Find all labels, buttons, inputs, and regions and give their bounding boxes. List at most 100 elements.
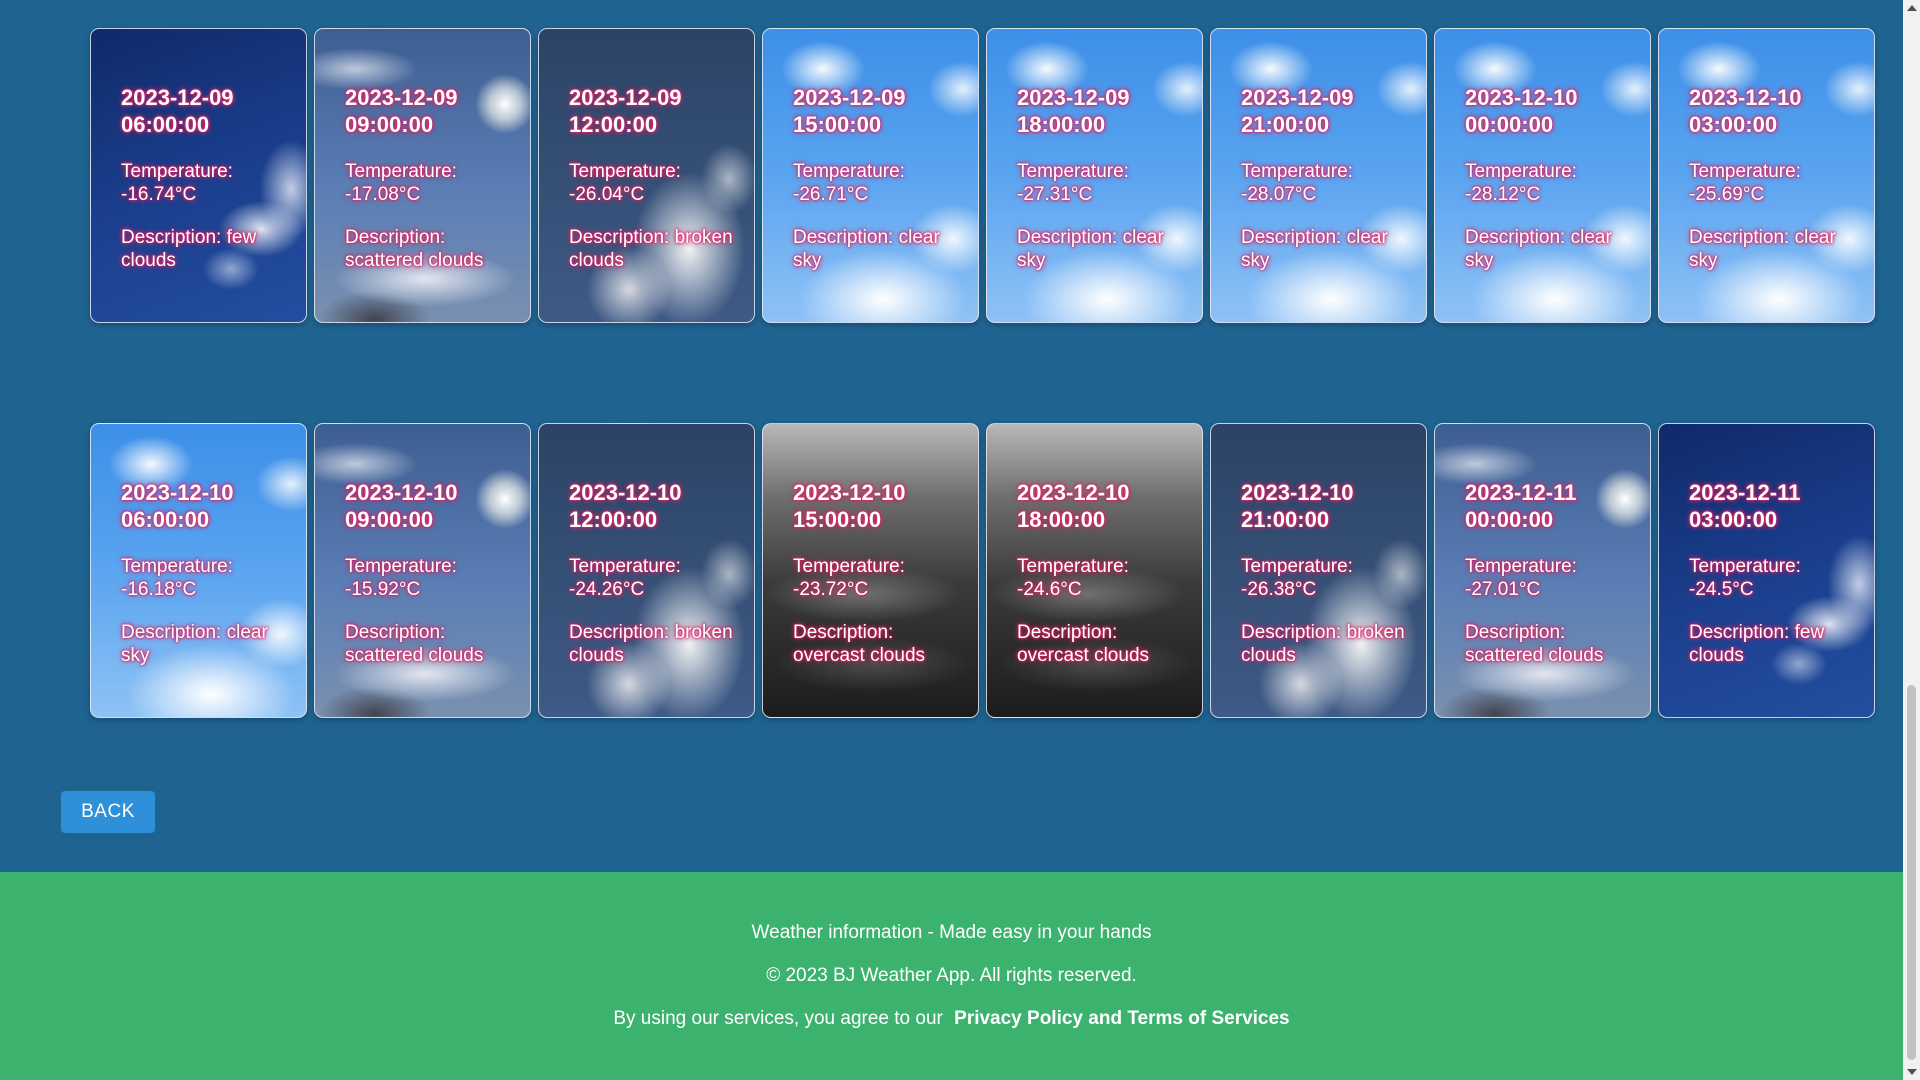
footer-agreement-text: By using our services, you agree to our: [613, 1008, 943, 1029]
forecast-date: 2023-12-09: [569, 85, 682, 110]
forecast-card: 2023-12-10 18:00:00 Temperature: -24.6°C De…: [986, 423, 1203, 718]
forecast-description: Description: broken clouds: [569, 227, 733, 271]
forecast-description: Description: overcast clouds: [1017, 622, 1150, 666]
forecast-card-content: 2023-12-09 06:00:00 Temperature: -16.74°C D…: [121, 84, 294, 272]
forecast-date: 2023-12-10: [121, 480, 234, 505]
forecast-datetime: 2023-12-09 06:00:00: [121, 84, 294, 138]
forecast-temperature: Temperature: -15.92°C: [345, 556, 457, 600]
forecast-card-content: 2023-12-10 12:00:00 Temperature: -24.26°C D…: [569, 479, 742, 667]
forecast-description: Description: overcast clouds: [793, 622, 926, 666]
forecast-description: Description: clear sky: [793, 227, 940, 271]
forecast-time: 06:00:00: [121, 507, 210, 532]
forecast-date: 2023-12-10: [569, 480, 682, 505]
forecast-date: 2023-12-09: [793, 85, 906, 110]
footer-copyright: © 2023 BJ Weather App. All rights reserv…: [766, 965, 1137, 986]
forecast-temperature: Temperature: -25.69°C: [1689, 161, 1801, 205]
forecast-card: 2023-12-11 00:00:00 Temperature: -27.01°C D…: [1434, 423, 1651, 718]
forecast-datetime: 2023-12-10 15:00:00: [793, 479, 966, 533]
forecast-time: 00:00:00: [1465, 507, 1554, 532]
forecast-time: 06:00:00: [121, 112, 210, 137]
forecast-card-content: 2023-12-09 09:00:00 Temperature: -17.08°C D…: [345, 84, 518, 272]
scroll-up-arrow-icon[interactable]: [1907, 5, 1917, 11]
forecast-grid: 2023-12-09 06:00:00 Temperature: -16.74°C D…: [90, 28, 1876, 718]
forecast-time: 00:00:00: [1465, 112, 1554, 137]
forecast-date: 2023-12-10: [1465, 85, 1578, 110]
forecast-time: 21:00:00: [1241, 112, 1330, 137]
forecast-temperature: Temperature: -24.6°C: [1017, 556, 1129, 600]
forecast-date: 2023-12-10: [345, 480, 458, 505]
vertical-scrollbar[interactable]: [1903, 0, 1920, 1080]
forecast-card: 2023-12-09 21:00:00 Temperature: -28.07°C D…: [1210, 28, 1427, 323]
forecast-date: 2023-12-10: [793, 480, 906, 505]
forecast-temperature: Temperature: -27.01°C: [1465, 556, 1577, 600]
forecast-card-content: 2023-12-11 00:00:00 Temperature: -27.01°C D…: [1465, 479, 1638, 667]
forecast-time: 12:00:00: [569, 112, 658, 137]
forecast-date: 2023-12-10: [1017, 480, 1130, 505]
forecast-card: 2023-12-10 21:00:00 Temperature: -26.38°C D…: [1210, 423, 1427, 718]
forecast-temperature: Temperature: -26.04°C: [569, 161, 681, 205]
forecast-card-content: 2023-12-10 06:00:00 Temperature: -16.18°C D…: [121, 479, 294, 667]
scroll-down-arrow-icon[interactable]: [1907, 1069, 1917, 1075]
forecast-description: Description: few clouds: [1689, 622, 1825, 666]
forecast-card: 2023-12-10 00:00:00 Temperature: -28.12°C D…: [1434, 28, 1651, 323]
forecast-time: 03:00:00: [1689, 112, 1778, 137]
forecast-card-content: 2023-12-09 15:00:00 Temperature: -26.71°C D…: [793, 84, 966, 272]
back-button[interactable]: BACK: [61, 791, 155, 833]
forecast-temperature: Temperature: -26.71°C: [793, 161, 905, 205]
forecast-card-content: 2023-12-10 18:00:00 Temperature: -24.6°C De…: [1017, 479, 1190, 667]
forecast-card: 2023-12-09 06:00:00 Temperature: -16.74°C D…: [90, 28, 307, 323]
forecast-description: Description: clear sky: [1465, 227, 1612, 271]
forecast-temperature: Temperature: -28.07°C: [1241, 161, 1353, 205]
forecast-datetime: 2023-12-09 15:00:00: [793, 84, 966, 138]
footer-agreement: By using our services, you agree to our …: [0, 1008, 1903, 1030]
forecast-datetime: 2023-12-10 06:00:00: [121, 479, 294, 533]
forecast-temperature: Temperature: -24.26°C: [569, 556, 681, 600]
forecast-datetime: 2023-12-09 12:00:00: [569, 84, 742, 138]
forecast-datetime: 2023-12-09 09:00:00: [345, 84, 518, 138]
forecast-time: 15:00:00: [793, 112, 882, 137]
forecast-date: 2023-12-11: [1465, 480, 1577, 505]
forecast-date: 2023-12-09: [1017, 85, 1130, 110]
forecast-description: Description: broken clouds: [569, 622, 733, 666]
forecast-card: 2023-12-10 12:00:00 Temperature: -24.26°C D…: [538, 423, 755, 718]
forecast-temperature: Temperature: -27.31°C: [1017, 161, 1129, 205]
forecast-description: Description: scattered clouds: [1465, 622, 1604, 666]
forecast-description: Description: scattered clouds: [345, 622, 484, 666]
forecast-date: 2023-12-09: [345, 85, 458, 110]
privacy-policy-link[interactable]: Privacy Policy and Terms of Services: [954, 1008, 1290, 1029]
forecast-date: 2023-12-11: [1689, 480, 1801, 505]
forecast-card: 2023-12-09 18:00:00 Temperature: -27.31°C D…: [986, 28, 1203, 323]
forecast-temperature: Temperature: -16.74°C: [121, 161, 233, 205]
forecast-card: 2023-12-10 15:00:00 Temperature: -23.72°C D…: [762, 423, 979, 718]
footer-tagline: Weather information - Made easy in your …: [751, 922, 1152, 943]
forecast-date: 2023-12-09: [121, 85, 234, 110]
page-viewport: 2023-12-09 06:00:00 Temperature: -16.74°C D…: [0, 0, 1903, 1080]
forecast-card: 2023-12-09 12:00:00 Temperature: -26.04°C D…: [538, 28, 755, 323]
forecast-time: 03:00:00: [1689, 507, 1778, 532]
forecast-description: Description: scattered clouds: [345, 227, 484, 271]
forecast-datetime: 2023-12-11 03:00:00: [1689, 479, 1862, 533]
forecast-description: Description: few clouds: [121, 227, 257, 271]
forecast-date: 2023-12-10: [1241, 480, 1354, 505]
forecast-description: Description: clear sky: [1017, 227, 1164, 271]
forecast-card-content: 2023-12-09 12:00:00 Temperature: -26.04°C D…: [569, 84, 742, 272]
forecast-description: Description: broken clouds: [1241, 622, 1405, 666]
site-footer: Weather information - Made easy in your …: [0, 872, 1903, 1080]
forecast-datetime: 2023-12-10 12:00:00: [569, 479, 742, 533]
forecast-description: Description: clear sky: [1241, 227, 1388, 271]
forecast-datetime: 2023-12-10 03:00:00: [1689, 84, 1862, 138]
forecast-card: 2023-12-10 06:00:00 Temperature: -16.18°C D…: [90, 423, 307, 718]
forecast-time: 18:00:00: [1017, 112, 1106, 137]
forecast-description: Description: clear sky: [121, 622, 268, 666]
forecast-temperature: Temperature: -17.08°C: [345, 161, 457, 205]
forecast-card-content: 2023-12-10 03:00:00 Temperature: -25.69°C D…: [1689, 84, 1862, 272]
forecast-card-content: 2023-12-10 21:00:00 Temperature: -26.38°C D…: [1241, 479, 1414, 667]
forecast-temperature: Temperature: -28.12°C: [1465, 161, 1577, 205]
scroll-thumb[interactable]: [1907, 685, 1916, 1060]
forecast-description: Description: clear sky: [1689, 227, 1836, 271]
forecast-card-content: 2023-12-10 00:00:00 Temperature: -28.12°C D…: [1465, 84, 1638, 272]
forecast-datetime: 2023-12-10 00:00:00: [1465, 84, 1638, 138]
forecast-datetime: 2023-12-09 21:00:00: [1241, 84, 1414, 138]
forecast-card: 2023-12-09 15:00:00 Temperature: -26.71°C D…: [762, 28, 979, 323]
forecast-datetime: 2023-12-10 09:00:00: [345, 479, 518, 533]
